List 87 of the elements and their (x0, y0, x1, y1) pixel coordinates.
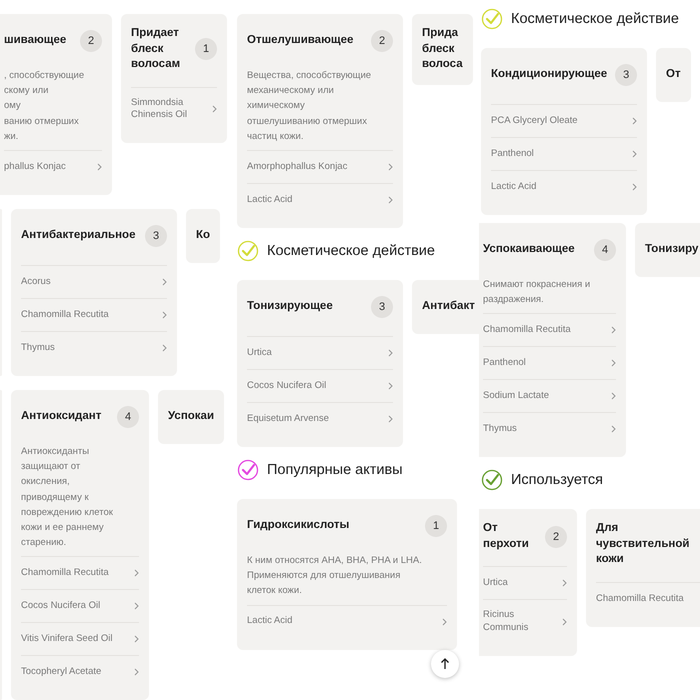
card-title: От (666, 67, 681, 82)
ingredient-item[interactable]: Thymus (483, 412, 616, 446)
count-badge: 2 (371, 30, 393, 52)
card-description: Снимают покраснения и раздражения. (483, 278, 592, 308)
ingredient-item[interactable]: Lactic Acid (491, 170, 637, 203)
ingredient-item[interactable]: Vitis Vinifera Seed Oil (21, 622, 139, 656)
card-title: Тонизирующее (247, 299, 333, 314)
chevron-right-icon (611, 359, 616, 368)
chevron-right-icon (388, 382, 393, 390)
ingredient-item[interactable]: Tocopheryl Acetate (21, 655, 139, 688)
ingredient-item[interactable]: Urtica (483, 566, 567, 600)
ingredient-item[interactable]: Chamomilla Recutita (21, 298, 167, 331)
chevron-right-icon (212, 105, 217, 114)
section-heading: Косметическое действие (511, 11, 679, 27)
ingredient-item[interactable]: PCA Glyceryl Oleate (491, 104, 637, 137)
chevron-right-icon (562, 618, 567, 626)
ingredient-item[interactable]: Lactic Acid (247, 604, 447, 638)
chevron-right-icon (388, 196, 393, 204)
ingredient-item[interactable]: Lactic Acid (247, 182, 393, 216)
chevron-right-icon (134, 668, 139, 676)
chevron-right-icon (97, 162, 102, 171)
card-title: Придает блеск волосам (131, 26, 180, 72)
ingredient-item[interactable]: Panthenol (491, 137, 637, 170)
card-title: Для чувствительной кожи (596, 521, 690, 568)
arrow-up-icon (440, 658, 450, 670)
chevron-right-icon (134, 635, 139, 644)
count-badge: 4 (594, 239, 616, 261)
section-heading: Косметическое действие (267, 242, 435, 259)
ingredient-item[interactable]: Thymus (21, 330, 167, 364)
card-title: Тонизиру (645, 242, 698, 258)
card-title: Прида блеск волоса (422, 26, 463, 72)
card-description: Вещества, способствующие механическому или химическому отшелушиванию отмерших частиц кожи. (247, 69, 372, 144)
section-heading: Популярные активы (267, 462, 403, 478)
ingredient-item[interactable]: Cocos Nucifera Oil (21, 589, 139, 622)
card-title: Гидроксикислоты (247, 518, 350, 534)
count-badge: 3 (145, 224, 167, 247)
chevron-right-icon (388, 162, 393, 171)
chevron-right-icon (632, 150, 637, 158)
count-badge: 4 (117, 406, 139, 428)
ingredient-item[interactable]: Panthenol (483, 346, 616, 380)
card-title: От перхоти (483, 521, 529, 552)
chevron-right-icon (632, 117, 637, 125)
chevron-right-icon (442, 618, 447, 626)
card-description: , способствующие скому или ому ванию отмерших жи. (4, 69, 86, 144)
chevron-right-icon (162, 310, 167, 319)
count-badge: 1 (425, 514, 447, 537)
chevron-right-icon (162, 278, 167, 286)
count-badge: 3 (615, 64, 638, 86)
card-title: Ко (196, 228, 210, 244)
chevron-right-icon (134, 602, 139, 610)
ingredient-item[interactable]: Sodium Lactate (483, 379, 616, 412)
chevron-right-icon (388, 348, 393, 357)
card-title: Кондиционирующее (491, 67, 608, 82)
chevron-right-icon (162, 344, 167, 352)
count-badge: 3 (371, 296, 393, 318)
card-title: Отшелушивающее (247, 33, 354, 48)
chevron-right-icon (134, 569, 139, 578)
scroll-top-button[interactable] (431, 650, 459, 678)
ingredient-item[interactable]: Chamomilla Recutita (483, 313, 616, 346)
card-description: К ним относятся AHA, BHA, PHA и LHA. Применяются для отшелушивания клеток кожи. (247, 554, 423, 598)
count-badge: 1 (195, 38, 217, 60)
ingredient-item[interactable]: Chamomilla Recutita (21, 556, 139, 590)
count-badge: 2 (545, 526, 567, 548)
ingredient-item[interactable]: Equisetum Arvense (247, 402, 393, 435)
ingredient-item[interactable]: Ricinus Communis (483, 599, 567, 644)
chevron-right-icon (611, 326, 616, 334)
chevron-right-icon (611, 392, 616, 400)
ingredient-item[interactable]: phallus Konjac (4, 150, 102, 183)
ingredient-item[interactable]: Amorphophallus Konjac (247, 150, 393, 183)
card-description: Антиоксиданты защищают от окисления, приводящему к повреждению клеток кожи и ее раннему старению. (21, 444, 114, 550)
section-heading: Используется (511, 472, 604, 488)
chevron-right-icon (388, 414, 393, 423)
chevron-right-icon (562, 579, 567, 588)
card-title: Успокаи (168, 409, 214, 424)
ingredient-item[interactable]: Chamomilla Recutita (596, 582, 700, 615)
count-badge: 2 (80, 30, 102, 52)
chevron-right-icon (632, 183, 637, 191)
card-title: шивающее (4, 33, 66, 48)
ingredient-item[interactable]: Cocos Nucifera Oil (247, 368, 393, 402)
card-title: Антибактериальное (21, 228, 136, 244)
chevron-right-icon (611, 425, 616, 434)
card-title: Антибакт (422, 299, 475, 314)
ingredient-item[interactable]: Urtica (247, 336, 393, 369)
ingredient-item[interactable]: Simmondsia Chinensis Oil (131, 86, 217, 132)
card-title: Успокаивающее (483, 242, 575, 258)
card-title: Антиоксидант (21, 409, 102, 424)
ingredient-item[interactable]: Acorus (21, 264, 167, 298)
